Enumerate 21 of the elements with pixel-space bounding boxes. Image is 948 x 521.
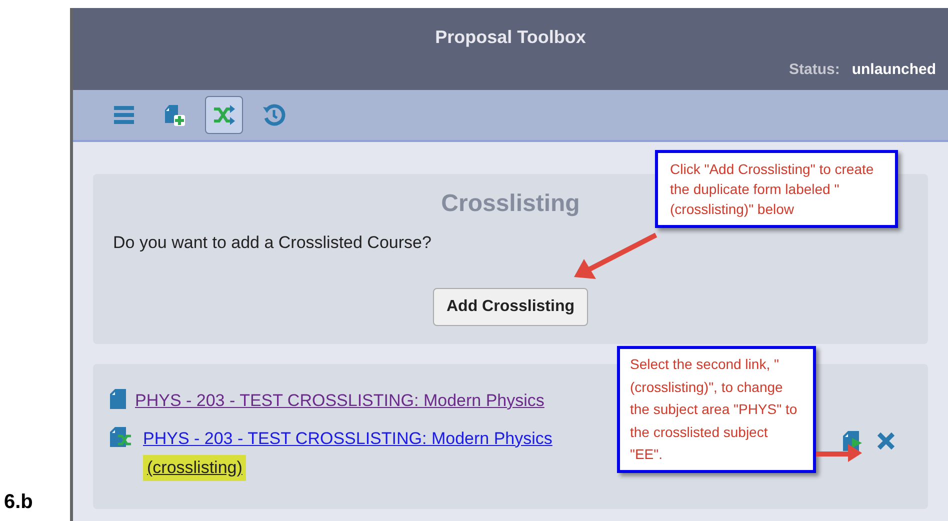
status-value: unlaunched [852,60,936,80]
arrow [814,442,864,464]
shuffle-icon [212,104,236,126]
close-icon[interactable] [876,430,896,450]
course-link[interactable]: PHYS - 203 - TEST CROSSLISTING: Modern Physics [135,388,544,414]
toolbar-button[interactable] [205,96,243,134]
window-title: Proposal Toolbox [435,26,586,49]
crosslisting-link[interactable]: (crosslisting) [143,455,246,480]
course-link[interactable]: PHYS - 203 - TEST CROSSLISTING: Modern Physics [143,426,552,451]
callout-box: Select the second link, "(crosslisting)", to change the subject area "PHYS" to the crosslisted subject "EE". [617,346,816,472]
figure-label: 6.b [4,490,34,515]
callout-box: Click "Add Crosslisting" to create the duplicate form labeled "(crosslisting)" below [655,150,898,228]
history-icon [262,103,286,127]
card-title: Crosslisting [441,189,580,219]
document-arrow-icon[interactable] [842,430,864,452]
status-label: Status: [788,60,840,80]
add-crosslisting-button[interactable]: Add Crosslisting [433,288,588,326]
question-text: Do you want to add a Crosslisted Course? [113,232,432,254]
document-plus-icon [162,103,186,127]
menu-icon [113,104,135,126]
document-icon [109,388,127,410]
